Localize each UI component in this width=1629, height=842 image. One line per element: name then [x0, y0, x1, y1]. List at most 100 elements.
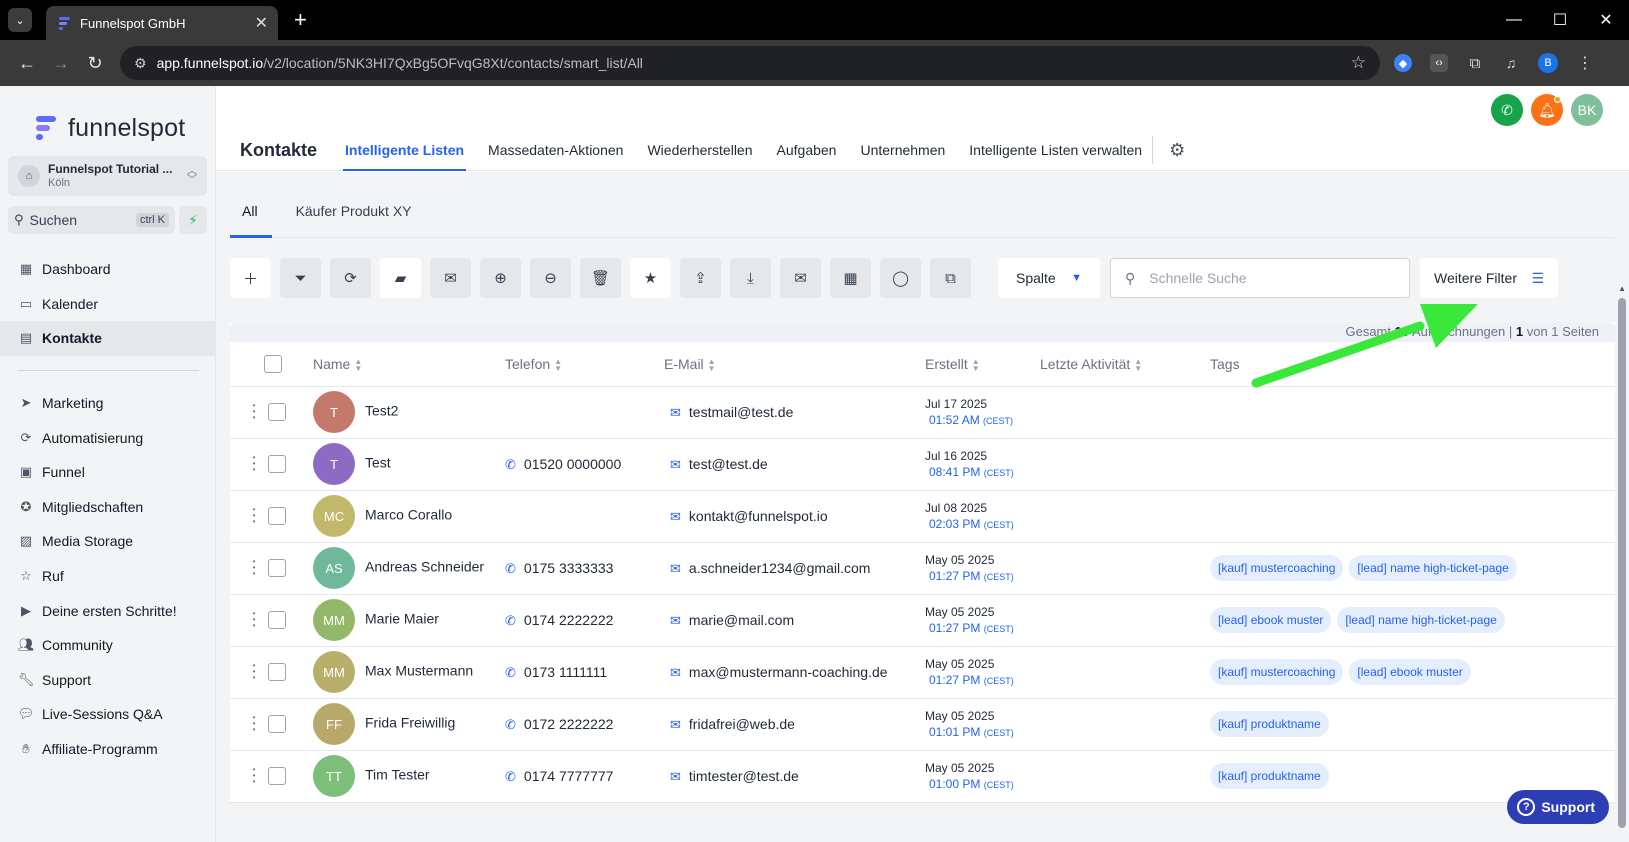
- select-all-checkbox[interactable]: [264, 354, 282, 373]
- email-value[interactable]: testmail@test.de: [689, 404, 793, 420]
- sort-icon[interactable]: ▲ ▼: [554, 357, 562, 372]
- row-drag-handle-icon[interactable]: • • •: [246, 506, 260, 526]
- mail-open-icon[interactable]: ✉: [780, 258, 821, 298]
- row-drag-handle-icon[interactable]: • • •: [246, 662, 260, 682]
- tab-unternehmen[interactable]: Unternehmen: [860, 130, 945, 170]
- quick-search-input[interactable]: [1149, 270, 1350, 286]
- email-value[interactable]: timtester@test.de: [689, 768, 799, 784]
- send-sms-icon[interactable]: ▰: [380, 258, 421, 298]
- row-drag-handle-icon[interactable]: • • •: [246, 714, 260, 734]
- contact-name-link[interactable]: Andreas Schneider: [365, 559, 484, 575]
- bookmark-star-icon[interactable]: ☆: [1351, 53, 1366, 73]
- minimize-icon[interactable]: —: [1491, 11, 1537, 29]
- row-drag-handle-icon[interactable]: • • •: [246, 402, 260, 422]
- row-drag-handle-icon[interactable]: • • •: [246, 558, 260, 578]
- col-header-name[interactable]: Name ▲ ▼: [313, 342, 505, 387]
- add-tag-icon[interactable]: ⊕: [480, 258, 521, 298]
- whatsapp-icon[interactable]: ◯: [880, 258, 921, 298]
- export-upload-icon[interactable]: ⇪: [680, 258, 721, 298]
- sidebar-item-kalender[interactable]: ▭ Kalender: [0, 287, 215, 322]
- sidebar-item-media-storage[interactable]: ▨ Media Storage: [0, 524, 215, 559]
- table-row[interactable]: • • • T Test ✆ 01520 0000000 ✉ test@test.de Jul 1…: [230, 438, 1615, 491]
- forward-icon[interactable]: →: [44, 53, 78, 74]
- support-widget-button[interactable]: ? Support: [1507, 790, 1609, 824]
- phone-value[interactable]: 0175 3333333: [524, 560, 614, 576]
- row-drag-handle-icon[interactable]: • • •: [246, 454, 260, 474]
- tab-wiederherstellen[interactable]: Wiederherstellen: [647, 130, 752, 170]
- mail-icon[interactable]: ✉: [670, 613, 681, 628]
- tag-badge[interactable]: [lead] name high-ticket-page: [1349, 555, 1517, 581]
- tag-badge[interactable]: [kauf] mustercoaching: [1210, 659, 1344, 685]
- filter-funnel-icon[interactable]: ⏷: [280, 258, 321, 298]
- close-tab-icon[interactable]: ✕: [255, 13, 268, 33]
- tag-badge[interactable]: [lead] ebook muster: [1349, 659, 1471, 685]
- mail-icon[interactable]: ✉: [670, 457, 681, 472]
- table-row[interactable]: • • • FF Frida Freiwillig ✆ 0172 2222222 ✉ frida…: [230, 698, 1615, 751]
- tag-badge[interactable]: [kauf] produktname: [1210, 711, 1329, 737]
- close-window-icon[interactable]: ✕: [1583, 10, 1629, 30]
- email-value[interactable]: marie@mail.com: [689, 612, 794, 628]
- col-header-phone[interactable]: Telefon ▲ ▼: [505, 342, 664, 387]
- notification-bell-icon[interactable]: 🔔︎: [1531, 94, 1563, 126]
- row-checkbox[interactable]: [268, 767, 286, 786]
- row-checkbox[interactable]: [268, 611, 286, 630]
- scrollbar-thumb[interactable]: [1618, 298, 1626, 828]
- sidebar-item-deine-ersten-schritte[interactable]: ▶ Deine ersten Schritte!: [0, 593, 215, 628]
- delete-trash-icon[interactable]: 🗑︎: [580, 258, 621, 298]
- sidebar-item-kontakte[interactable]: ▤ Kontakte: [0, 321, 215, 356]
- row-drag-handle-icon[interactable]: • • •: [246, 766, 260, 786]
- sort-icon[interactable]: ▲ ▼: [1134, 357, 1142, 372]
- contact-name-link[interactable]: Tim Tester: [365, 767, 430, 783]
- company-building-icon[interactable]: ▦: [830, 258, 871, 298]
- quick-action-bolt-icon[interactable]: ⚡: [179, 206, 207, 234]
- phone-icon[interactable]: ✆: [505, 769, 516, 784]
- mail-icon[interactable]: ✉: [670, 509, 681, 524]
- remove-tag-icon[interactable]: ⊖: [530, 258, 571, 298]
- phone-call-icon[interactable]: ✆: [1491, 94, 1523, 126]
- smart-list-tab-k-ufer-produkt-xy[interactable]: Käufer Produkt XY: [284, 203, 424, 237]
- url-field[interactable]: ⚙ app.funnelspot.io /v2/location/5NK3HI7…: [120, 46, 1380, 80]
- new-tab-icon[interactable]: +: [294, 7, 307, 33]
- email-value[interactable]: test@test.de: [689, 456, 768, 472]
- tab-aufgaben[interactable]: Aufgaben: [777, 130, 837, 170]
- phone-value[interactable]: 0174 7777777: [524, 768, 614, 784]
- user-avatar[interactable]: BK: [1571, 94, 1603, 126]
- table-row[interactable]: • • • MM Max Mustermann ✆ 0173 1111111 ✉ max@mus…: [230, 646, 1615, 699]
- sidebar-item-dashboard[interactable]: ▦ Dashboard: [0, 252, 215, 287]
- mail-icon[interactable]: ✉: [670, 561, 681, 576]
- contact-name-link[interactable]: Marco Corallo: [365, 507, 452, 523]
- tag-badge[interactable]: [kauf] produktname: [1210, 763, 1329, 789]
- sidebar-item-ruf[interactable]: ☆ Ruf: [0, 559, 215, 594]
- page-scrollbar[interactable]: ▲: [1615, 284, 1629, 842]
- add-contact-button[interactable]: ＋: [230, 258, 271, 298]
- phone-value[interactable]: 0174 2222222: [524, 612, 614, 628]
- tab-massedaten-aktionen[interactable]: Massedaten-Aktionen: [488, 130, 623, 170]
- email-value[interactable]: a.schneider1234@gmail.com: [689, 560, 871, 576]
- row-checkbox[interactable]: [268, 403, 286, 422]
- row-checkbox[interactable]: [268, 663, 286, 682]
- tab-intelligente-listen[interactable]: Intelligente Listen: [343, 130, 467, 171]
- contact-name-link[interactable]: Marie Maier: [365, 611, 439, 627]
- mail-icon[interactable]: ✉: [670, 405, 681, 420]
- sort-icon[interactable]: ▲ ▼: [354, 357, 362, 372]
- extension-diamond-icon[interactable]: ◆: [1394, 54, 1412, 72]
- tab-search-chevron-icon[interactable]: ⌄: [8, 8, 32, 32]
- table-row[interactable]: • • • MC Marco Corallo ✉ kontakt@funnelspot.io…: [230, 490, 1615, 543]
- more-filters-button[interactable]: Weitere Filter ☰: [1420, 258, 1558, 298]
- row-checkbox[interactable]: [268, 559, 286, 578]
- media-control-icon[interactable]: ♫: [1502, 54, 1520, 72]
- phone-icon[interactable]: ✆: [505, 561, 516, 576]
- phone-icon[interactable]: ✆: [505, 457, 516, 472]
- settings-gear-icon[interactable]: ⚙: [1169, 140, 1185, 161]
- extension-code-icon[interactable]: ‹›: [1430, 54, 1448, 72]
- contact-name-link[interactable]: Frida Freiwillig: [365, 715, 455, 731]
- reload-icon[interactable]: ↻: [78, 53, 112, 74]
- location-switcher[interactable]: ⌂ Funnelspot Tutorial ... Köln ︿ ﹀: [8, 156, 207, 196]
- phone-value[interactable]: 01520 0000000: [524, 456, 621, 472]
- maximize-icon[interactable]: ☐: [1537, 10, 1583, 30]
- col-header-created[interactable]: Erstellt ▲ ▼: [925, 342, 1040, 387]
- mail-icon[interactable]: ✉: [670, 769, 681, 784]
- phone-value[interactable]: 0173 1111111: [524, 664, 607, 680]
- import-download-icon[interactable]: ⤓: [730, 258, 771, 298]
- tag-badge[interactable]: [kauf] mustercoaching: [1210, 555, 1344, 581]
